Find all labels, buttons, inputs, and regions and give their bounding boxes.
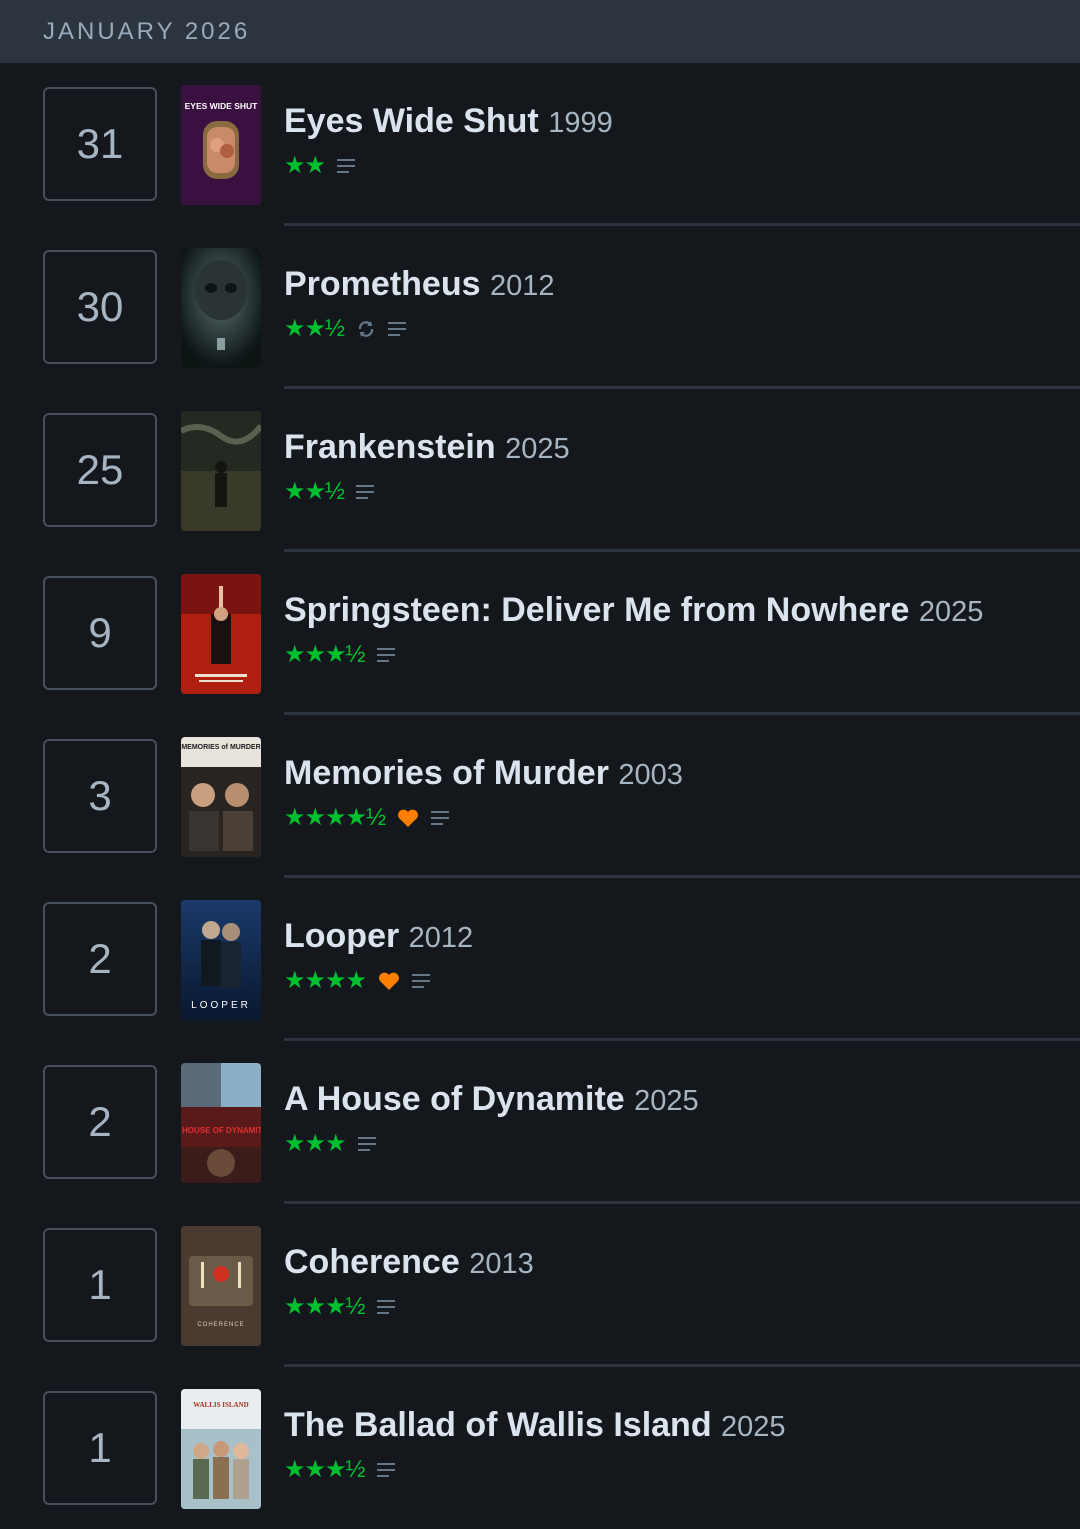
review-lines-icon[interactable] [376,648,397,662]
film-poster[interactable] [181,411,261,531]
diary-entry[interactable]: 2 LOOPER Looper 2012 ★★★★ [0,878,1080,1041]
film-title-line[interactable]: Prometheus 2012 [284,264,1080,306]
star-rating: ★★½ [284,478,345,505]
day-number[interactable]: 9 [43,576,157,690]
film-poster[interactable]: WALLIS ISLAND [181,1389,261,1509]
film-title-line[interactable]: Eyes Wide Shut 1999 [284,101,1080,143]
diary-entry[interactable]: 30 Prometheus 2012 ★★½ [0,226,1080,389]
film-title-line[interactable]: Frankenstein 2025 [284,427,1080,469]
film-poster[interactable]: A HOUSE OF DYNAMITE [181,1063,261,1183]
film-title[interactable]: Prometheus [284,265,481,303]
review-lines-icon[interactable] [357,1137,378,1151]
star-rating: ★★★½ [284,1456,366,1483]
film-title-line[interactable]: Springsteen: Deliver Me from Nowhere 202… [284,590,1080,632]
film-title-line[interactable]: A House of Dynamite 2025 [284,1079,1080,1121]
poster-title: A HOUSE OF DYNAMITE [181,1126,261,1135]
film-title-line[interactable]: Memories of Murder 2003 [284,753,1080,795]
poster-title: WALLIS ISLAND [193,1401,248,1409]
day-number[interactable]: 2 [43,1065,157,1179]
film-title-line[interactable]: Coherence 2013 [284,1242,1080,1284]
review-lines-icon[interactable] [388,322,408,336]
film-year[interactable]: 2025 [919,596,984,628]
review-lines-icon[interactable] [376,1463,397,1477]
diary-entry[interactable]: 3 MEMORIES of MURDER Memories of Murder … [0,715,1080,878]
film-title[interactable]: Coherence [284,1243,460,1281]
star-rating: ★★½ [284,315,345,342]
day-number[interactable]: 31 [43,87,157,201]
film-title[interactable]: Looper [284,917,399,955]
film-year[interactable]: 2025 [634,1085,699,1117]
poster-title: LOOPER [191,1000,251,1011]
film-year[interactable]: 1999 [548,107,613,139]
diary-entry[interactable]: 1 WALLIS ISLAND The Ballad of Wallis Isl… [0,1367,1080,1529]
poster-title: COHERENCE [197,1322,244,1328]
heart-icon [397,808,419,828]
film-poster[interactable] [181,248,261,368]
star-rating: ★★★½ [284,1293,366,1320]
diary-entry[interactable]: 2 A HOUSE OF DYNAMITE A House of Dynamit… [0,1041,1080,1204]
film-poster[interactable]: COHERENCE [181,1226,261,1346]
film-year[interactable]: 2013 [469,1248,534,1280]
star-rating: ★★★ [284,1130,347,1157]
review-lines-icon[interactable] [356,485,376,499]
poster-title: MEMORIES of MURDER [181,744,260,751]
day-number[interactable]: 3 [43,739,157,853]
film-title[interactable]: A House of Dynamite [284,1080,625,1118]
diary-list: 31 EYES WIDE SHUT Eyes Wide Shut 1999 ★★ [0,63,1080,1529]
month-header: JANUARY 2026 [0,0,1080,63]
film-year[interactable]: 2025 [721,1411,786,1443]
day-number[interactable]: 1 [43,1228,157,1342]
day-number[interactable]: 2 [43,902,157,1016]
diary-entry[interactable]: 9 Springsteen: Deliver Me from Nowhere 2… [0,552,1080,715]
diary-entry[interactable]: 31 EYES WIDE SHUT Eyes Wide Shut 1999 ★★ [0,63,1080,226]
day-number[interactable]: 30 [43,250,157,364]
film-title[interactable]: The Ballad of Wallis Island [284,1406,712,1444]
star-rating: ★★★★½ [284,804,386,831]
film-poster[interactable]: LOOPER [181,900,261,1020]
film-poster[interactable]: MEMORIES of MURDER [181,737,261,857]
star-rating: ★★ [284,152,326,179]
star-rating: ★★★½ [284,641,366,668]
review-lines-icon[interactable] [376,1300,397,1314]
diary-entry[interactable]: 1 COHERENCE Coherence 2013 ★★★½ [0,1204,1080,1367]
diary-entry[interactable]: 25 Frankenstein 2025 ★★½ [0,389,1080,552]
poster-title: EYES WIDE SHUT [185,101,259,111]
film-year[interactable]: 2025 [505,433,570,465]
heart-icon [378,971,400,991]
film-title[interactable]: Eyes Wide Shut [284,102,539,140]
film-title[interactable]: Frankenstein [284,428,496,466]
day-number[interactable]: 1 [43,1391,157,1505]
film-year[interactable]: 2012 [409,922,474,954]
film-year[interactable]: 2012 [490,270,555,302]
film-poster[interactable] [181,574,261,694]
film-poster[interactable]: EYES WIDE SHUT [181,85,261,205]
review-lines-icon[interactable] [412,974,432,988]
film-title-line[interactable]: The Ballad of Wallis Island 2025 [284,1405,1080,1447]
star-rating: ★★★★ [284,967,367,994]
film-year[interactable]: 2003 [618,759,683,791]
film-title[interactable]: Memories of Murder [284,754,609,792]
rewatch-icon [356,320,376,338]
review-lines-icon[interactable] [337,159,357,173]
day-number[interactable]: 25 [43,413,157,527]
film-title-line[interactable]: Looper 2012 [284,916,1080,958]
film-title[interactable]: Springsteen: Deliver Me from Nowhere [284,591,909,629]
review-lines-icon[interactable] [431,811,451,825]
